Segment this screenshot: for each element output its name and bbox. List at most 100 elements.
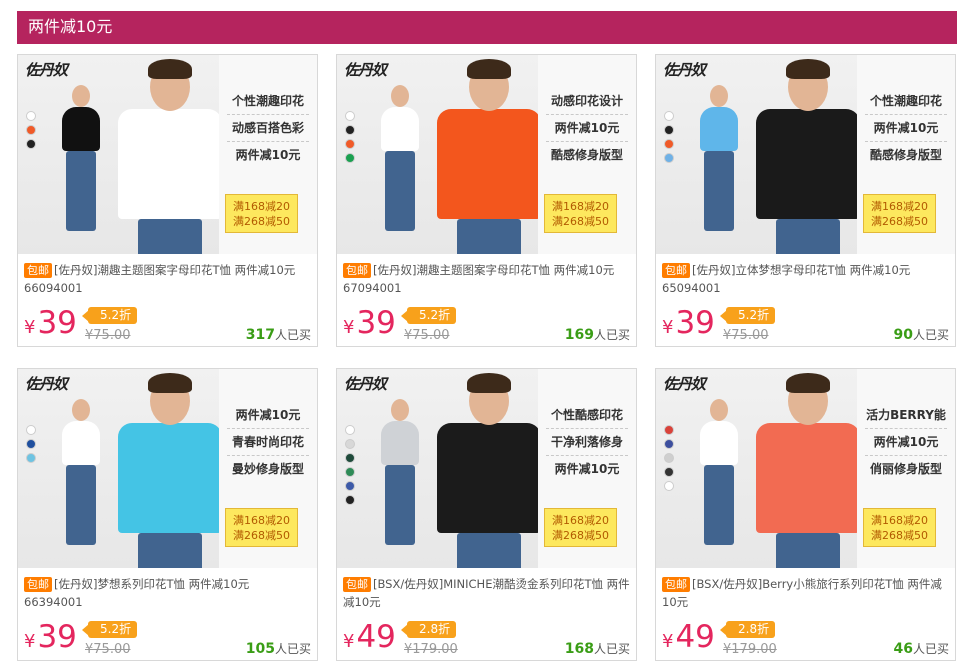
price: ¥49 (343, 617, 396, 662)
color-swatch[interactable] (664, 153, 674, 163)
promo-box: 满168减20 满268减50 (863, 508, 936, 547)
product-card[interactable]: 佐丹奴 活力BERRY能 两件减10元 俏丽修身版型 满168减20 满268减50 包邮[… (655, 368, 956, 661)
original-price: ¥179.00 (404, 642, 458, 657)
discount-tag: 5.2折 (719, 307, 776, 324)
color-swatch[interactable] (345, 495, 355, 505)
color-swatch[interactable] (26, 439, 36, 449)
currency-symbol: ¥ (662, 631, 674, 652)
promo-line: 满168减20 (871, 200, 928, 213)
product-title[interactable]: 包邮 [佐丹奴]潮趣主题图案字母印花T恤 两件减10元 66094001 (24, 261, 311, 297)
sold-number: 105 (245, 641, 275, 657)
product-title[interactable]: 包邮 [BSX/佐丹奴]MINICHE潮酷烫金系列印花T恤 两件减10元 (343, 575, 630, 611)
color-swatch[interactable] (345, 153, 355, 163)
product-card[interactable]: 佐丹奴 动感印花设计 两件减10元 酷感修身版型 满168减20 满268减50 包邮 [佐丹… (336, 54, 637, 347)
color-swatch[interactable] (345, 467, 355, 477)
sold-suffix: 人已买 (912, 328, 949, 342)
product-image[interactable]: 佐丹奴 个性潮趣印花 两件减10元 酷感修身版型 满168减20 满268减50 (656, 55, 955, 254)
product-image[interactable]: 佐丹奴 两件减10元 青春时尚印花 曼妙修身版型 满168减20 满268减50 (18, 369, 317, 568)
model-shirt (381, 421, 419, 465)
color-swatch[interactable] (345, 139, 355, 149)
feature-divider (546, 141, 628, 142)
feature-text: 两件减10元 (554, 462, 620, 476)
model-shirt (700, 107, 738, 151)
product-image[interactable]: 佐丹奴 个性酷感印花 干净利落修身 两件减10元 满168减20 满268减50 (337, 369, 636, 568)
price-value: 39 (675, 305, 715, 341)
color-swatch[interactable] (664, 139, 674, 149)
product-name[interactable]: [佐丹奴]潮趣主题图案字母印花T恤 两件减10元 67094001 (343, 263, 614, 295)
product-title[interactable]: 包邮 [BSX/佐丹奴]Berry小熊旅行系列印花T恤 两件减10元 (662, 575, 949, 611)
color-swatch[interactable] (26, 125, 36, 135)
color-swatch[interactable] (664, 453, 674, 463)
color-swatch[interactable] (664, 467, 674, 477)
color-swatch[interactable] (345, 125, 355, 135)
sold-number: 317 (245, 327, 275, 343)
product-card[interactable]: 佐丹奴 个性酷感印花 干净利落修身 两件减10元 满168减20 满268减50 包邮 [BS… (336, 368, 637, 661)
feature-panel: 动感印花设计 两件减10元 酷感修身版型 满168减20 满268减50 (538, 55, 636, 254)
color-swatch[interactable] (345, 425, 355, 435)
sold-number: 90 (893, 327, 913, 343)
color-swatch[interactable] (26, 111, 36, 121)
color-swatch[interactable] (345, 481, 355, 491)
model-shirt (700, 421, 738, 465)
model-head (710, 399, 728, 421)
price-value: 39 (37, 305, 77, 341)
sold-count: 90人已买 (894, 326, 950, 343)
sold-suffix: 人已买 (593, 642, 630, 656)
brand-logo: 佐丹奴 (25, 61, 68, 79)
feature-divider (227, 455, 309, 456)
product-card[interactable]: 佐丹奴 个性潮趣印花 两件减10元 酷感修身版型 满168减20 满268减50 包邮 [佐丹… (655, 54, 956, 347)
feature-text: 干净利落修身 (550, 435, 623, 449)
promo-line: 满168减20 (552, 200, 609, 213)
model-hair (786, 59, 830, 79)
product-name[interactable]: [佐丹奴]梦想系列印花T恤 两件减10元 66394001 (24, 577, 249, 609)
feature-text: 曼妙修身版型 (231, 462, 304, 476)
color-swatch[interactable] (664, 481, 674, 491)
color-swatch[interactable] (664, 425, 674, 435)
color-swatch[interactable] (345, 439, 355, 449)
product-name[interactable]: [BSX/佐丹奴]MINICHE潮酷烫金系列印花T恤 两件减10元 (343, 577, 630, 609)
color-swatch[interactable] (26, 453, 36, 463)
product-title[interactable]: 包邮 [佐丹奴]立体梦想字母印花T恤 两件减10元 65094001 (662, 261, 949, 297)
brand-logo: 佐丹奴 (25, 375, 68, 393)
brand-logo: 佐丹奴 (663, 61, 706, 79)
color-swatch[interactable] (664, 111, 674, 121)
color-swatch[interactable] (345, 453, 355, 463)
brand-logo: 佐丹奴 (344, 375, 387, 393)
sold-number: 168 (564, 641, 594, 657)
promo-line: 满268减50 (552, 215, 609, 228)
product-card[interactable]: 佐丹奴 两件减10元 青春时尚印花 曼妙修身版型 满168减20 满268减50 包邮 [佐丹… (17, 368, 318, 661)
product-image[interactable]: 佐丹奴 个性潮趣印花 动感百搭色彩 两件减10元 满168减20 满268减50 (18, 55, 317, 254)
price-value: 39 (356, 305, 396, 341)
color-swatch[interactable] (664, 125, 674, 135)
color-swatch[interactable] (664, 439, 674, 449)
model-legs (457, 533, 521, 568)
feature-text: 活力BERRY能 (866, 408, 946, 422)
model-head (391, 399, 409, 421)
color-swatch[interactable] (26, 425, 36, 435)
product-image[interactable]: 佐丹奴 活力BERRY能 两件减10元 俏丽修身版型 满168减20 满268减50 (656, 369, 955, 568)
sold-suffix: 人已买 (274, 642, 311, 656)
model-shirt (62, 421, 100, 465)
product-name[interactable]: [佐丹奴]潮趣主题图案字母印花T恤 两件减10元 66094001 (24, 263, 295, 295)
product-image[interactable]: 佐丹奴 动感印花设计 两件减10元 酷感修身版型 满168减20 满268减50 (337, 55, 636, 254)
feature-text: 个性酷感印花 (550, 408, 623, 422)
original-price: ¥75.00 (723, 328, 769, 343)
product-name[interactable]: [BSX/佐丹奴]Berry小熊旅行系列印花T恤 两件减10元 (662, 577, 942, 609)
color-swatch[interactable] (345, 111, 355, 121)
color-swatches (664, 111, 674, 167)
sold-count: 169人已买 (565, 326, 630, 343)
original-price: ¥75.00 (85, 642, 131, 657)
section-header: 两件减10元 (17, 11, 957, 44)
color-swatches (26, 111, 36, 153)
product-name[interactable]: [佐丹奴]立体梦想字母印花T恤 两件减10元 65094001 (662, 263, 910, 295)
product-title[interactable]: 包邮 [佐丹奴]潮趣主题图案字母印花T恤 两件减10元 67094001 (343, 261, 630, 297)
product-card[interactable]: 佐丹奴 个性潮趣印花 动感百搭色彩 两件减10元 满168减20 满268减50 包邮 [佐丹… (17, 54, 318, 347)
model-shirt (437, 423, 541, 533)
discount-tag: 5.2折 (81, 621, 138, 638)
product-title[interactable]: 包邮 [佐丹奴]梦想系列印花T恤 两件减10元 66394001 (24, 575, 311, 611)
model-shirt (118, 423, 222, 533)
color-swatch[interactable] (26, 139, 36, 149)
price: ¥39 (24, 617, 77, 662)
currency-symbol: ¥ (662, 317, 674, 338)
promo-line: 满168减20 (233, 514, 290, 527)
